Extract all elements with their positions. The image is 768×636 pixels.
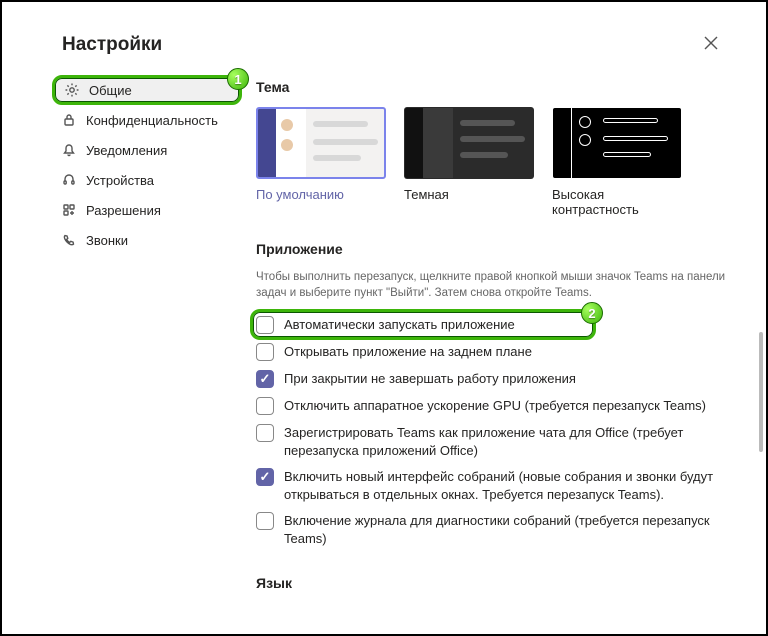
theme-label: По умолчанию bbox=[256, 187, 386, 202]
checkbox[interactable] bbox=[256, 512, 274, 530]
checkbox-label: Включение журнала для диагностики собран… bbox=[284, 511, 726, 547]
application-heading: Приложение bbox=[256, 241, 726, 257]
checkbox[interactable] bbox=[256, 343, 274, 361]
page-title: Настройки bbox=[62, 34, 162, 56]
scrollbar-thumb[interactable] bbox=[759, 332, 763, 452]
close-icon bbox=[704, 36, 718, 50]
theme-label: Темная bbox=[404, 187, 534, 202]
headset-icon bbox=[60, 171, 78, 189]
bell-icon bbox=[60, 141, 78, 159]
sidebar-item-calls[interactable]: Звонки bbox=[52, 225, 242, 255]
theme-option-dark[interactable]: Темная bbox=[404, 107, 534, 217]
theme-preview-dark bbox=[404, 107, 534, 179]
checkbox-label: Включить новый интерфейс собраний (новые… bbox=[284, 467, 726, 503]
theme-label: Высокая контрастность bbox=[552, 187, 682, 217]
sidebar: Общие 1 Конфиденциальность Уведомления У… bbox=[52, 69, 242, 603]
theme-preview-high-contrast bbox=[552, 107, 682, 179]
lock-icon bbox=[60, 111, 78, 129]
sidebar-item-label: Устройства bbox=[86, 173, 154, 188]
sidebar-item-label: Разрешения bbox=[86, 203, 161, 218]
theme-option-default[interactable]: По умолчанию bbox=[256, 107, 386, 217]
theme-preview-default bbox=[256, 107, 386, 179]
checkbox-row-diagnostics-log[interactable]: Включение журнала для диагностики собран… bbox=[256, 507, 726, 551]
sidebar-item-label: Конфиденциальность bbox=[86, 113, 218, 128]
checkbox-row-autostart[interactable]: 2 Автоматически запускать приложение bbox=[256, 311, 726, 338]
close-button[interactable] bbox=[696, 30, 726, 59]
sidebar-item-permissions[interactable]: Разрешения bbox=[52, 195, 242, 225]
highlight-badge-1: 1 bbox=[227, 68, 249, 90]
checkbox-row-background[interactable]: Открывать приложение на заднем плане bbox=[256, 338, 726, 365]
checkbox-label: При закрытии не завершать работу приложе… bbox=[284, 369, 576, 388]
checkbox[interactable] bbox=[256, 397, 274, 415]
checkbox-row-register-office[interactable]: Зарегистрировать Teams как приложение ча… bbox=[256, 419, 726, 463]
checkbox-label: Открывать приложение на заднем плане bbox=[284, 342, 532, 361]
application-description: Чтобы выполнить перезапуск, щелкните пра… bbox=[256, 269, 726, 301]
sidebar-item-label: Общие bbox=[89, 83, 132, 98]
language-heading: Язык bbox=[256, 575, 726, 591]
main-content: Тема По умолчанию Темная bbox=[242, 69, 766, 603]
sidebar-item-label: Звонки bbox=[86, 233, 128, 248]
checkbox[interactable] bbox=[256, 316, 274, 334]
apps-icon bbox=[60, 201, 78, 219]
highlight-badge-2: 2 bbox=[581, 302, 603, 324]
checkbox-row-gpu[interactable]: Отключить аппаратное ускорение GPU (треб… bbox=[256, 392, 726, 419]
sidebar-item-label: Уведомления bbox=[86, 143, 167, 158]
sidebar-item-privacy[interactable]: Конфиденциальность bbox=[52, 105, 242, 135]
checkbox-row-new-meetings-ui[interactable]: Включить новый интерфейс собраний (новые… bbox=[256, 463, 726, 507]
checkbox-label: Отключить аппаратное ускорение GPU (треб… bbox=[284, 396, 706, 415]
checkbox-label: Автоматически запускать приложение bbox=[284, 315, 515, 334]
checkbox[interactable] bbox=[256, 370, 274, 388]
sidebar-item-notifications[interactable]: Уведомления bbox=[52, 135, 242, 165]
sidebar-item-devices[interactable]: Устройства bbox=[52, 165, 242, 195]
gear-icon bbox=[63, 81, 81, 99]
checkbox-label: Зарегистрировать Teams как приложение ча… bbox=[284, 423, 726, 459]
checkbox[interactable] bbox=[256, 468, 274, 486]
checkbox[interactable] bbox=[256, 424, 274, 442]
sidebar-item-general[interactable]: Общие 1 bbox=[52, 75, 242, 105]
theme-heading: Тема bbox=[256, 79, 726, 95]
checkbox-row-keep-running[interactable]: При закрытии не завершать работу приложе… bbox=[256, 365, 726, 392]
phone-icon bbox=[60, 231, 78, 249]
theme-option-high-contrast[interactable]: Высокая контрастность bbox=[552, 107, 682, 217]
